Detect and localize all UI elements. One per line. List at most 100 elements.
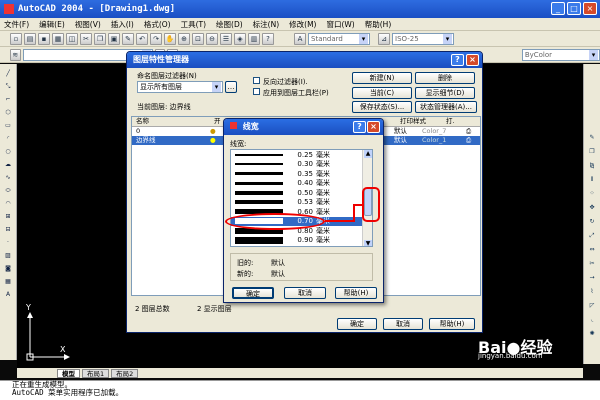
construction-line-icon[interactable]: ⤡ [3, 83, 14, 93]
explode-icon[interactable]: ✺ [587, 330, 598, 340]
delete-layer-button[interactable]: 删除 [415, 72, 475, 84]
lineweight-ok-button[interactable]: 确定 [232, 287, 274, 299]
invert-filter-checkbox[interactable] [253, 77, 260, 84]
move-icon[interactable]: ✥ [587, 204, 598, 214]
menu-help[interactable]: 帮助(H) [365, 19, 392, 30]
pan-icon[interactable]: ✋ [164, 32, 176, 45]
menu-modify[interactable]: 修改(M) [289, 19, 316, 30]
region-icon[interactable]: ◙ [3, 265, 14, 275]
hatch-icon[interactable]: ▨ [3, 252, 14, 262]
tool-palette-icon[interactable]: ▥ [248, 32, 260, 45]
paste-icon[interactable]: ▣ [108, 32, 120, 45]
menu-edit[interactable]: 编辑(E) [39, 19, 65, 30]
lineweight-close-button[interactable]: × [367, 121, 380, 133]
menu-dimension[interactable]: 标注(N) [253, 19, 279, 30]
layer-help-button[interactable]: 帮助(H) [429, 318, 475, 330]
point-icon[interactable]: · [3, 239, 14, 249]
apply-toolbar-checkbox[interactable] [253, 88, 260, 95]
chamfer-icon[interactable]: ◸ [587, 302, 598, 312]
spline-icon[interactable]: ∿ [3, 174, 14, 184]
lineweight-row[interactable]: 0.35 毫米 [231, 169, 372, 179]
extend-icon[interactable]: → [587, 274, 598, 284]
lineweight-row[interactable]: 0.90 毫米 [231, 236, 372, 246]
scroll-down-icon[interactable]: ▼ [364, 240, 372, 246]
tab-layout1[interactable]: 布局1 [82, 368, 110, 378]
filter-browse-button[interactable]: … [225, 81, 237, 93]
mtext-icon[interactable]: A [3, 291, 14, 301]
lineweight-row[interactable]: 0.40 毫米 [231, 179, 372, 189]
layer-ok-button[interactable]: 确定 [337, 318, 377, 330]
fillet-icon[interactable]: ◟ [587, 316, 598, 326]
erase-icon[interactable]: ✎ [587, 134, 598, 144]
copy-object-icon[interactable]: ❐ [587, 148, 598, 158]
copy-icon[interactable]: ❐ [94, 32, 106, 45]
table-icon[interactable]: ▦ [3, 278, 14, 288]
menu-view[interactable]: 视图(V) [75, 19, 101, 30]
preview-icon[interactable]: ◫ [66, 32, 78, 45]
layer-manager-icon[interactable]: ≋ [10, 48, 21, 61]
stretch-icon[interactable]: ⇔ [587, 246, 598, 256]
ellipse-icon[interactable]: ⬭ [3, 187, 14, 197]
lineweight-row[interactable]: 0.25 毫米 [231, 150, 372, 160]
lineweight-help-title-button[interactable]: ? [353, 121, 366, 133]
break-icon[interactable]: ⌇ [587, 288, 598, 298]
col-plot-style[interactable]: 打印样式 [396, 117, 442, 126]
rotate-icon[interactable]: ↻ [587, 218, 598, 228]
design-center-icon[interactable]: ◈ [234, 32, 246, 45]
text-style-select[interactable]: Standard [308, 32, 370, 45]
lineweight-help-button[interactable]: 帮助(H) [335, 287, 377, 299]
lineweight-row[interactable]: 0.30 毫米 [231, 160, 372, 170]
help-icon[interactable]: ? [262, 32, 274, 45]
lineweight-row[interactable]: 0.50 毫米 [231, 188, 372, 198]
lineweight-cancel-button[interactable]: 取消 [284, 287, 326, 299]
color-select[interactable]: ByColor [521, 48, 600, 61]
revcloud-icon[interactable]: ☁ [3, 161, 14, 171]
save-icon[interactable]: ▪ [38, 32, 50, 45]
open-file-icon[interactable]: ▤ [24, 32, 36, 45]
polyline-icon[interactable]: ⌐ [3, 96, 14, 106]
help-title-button[interactable]: ? [451, 54, 464, 66]
menu-draw[interactable]: 绘图(D) [216, 19, 243, 30]
close-button[interactable]: × [583, 2, 597, 15]
lineweight-list[interactable]: 0.25 毫米 0.30 毫米 0.35 毫米 0.40 毫米 0.50 毫米 0.53 毫米 0.60… [230, 149, 373, 247]
command-window[interactable]: 正在重生成模型。 AutoCAD 菜单实用程序已加载。 [0, 380, 600, 400]
menu-file[interactable]: 文件(F) [4, 19, 29, 30]
state-manager-button[interactable]: 状态管理器(A)... [415, 101, 477, 113]
maximize-button[interactable]: □ [567, 2, 581, 15]
undo-icon[interactable]: ↶ [136, 32, 148, 45]
menu-window[interactable]: 窗口(W) [326, 19, 354, 30]
new-layer-button[interactable]: 新建(N) [352, 72, 412, 84]
set-current-button[interactable]: 当前(C) [352, 87, 412, 99]
polygon-icon[interactable]: ⬡ [3, 109, 14, 119]
trim-icon[interactable]: ✂ [587, 260, 598, 270]
line-icon[interactable]: ╱ [3, 70, 14, 80]
show-details-button[interactable]: 显示细节(D) [415, 87, 475, 99]
zoom-prev-icon[interactable]: ⊖ [206, 32, 218, 45]
menu-format[interactable]: 格式(O) [144, 19, 171, 30]
zoom-window-icon[interactable]: ⊡ [192, 32, 204, 45]
scale-icon[interactable]: ⤢ [587, 232, 598, 242]
circle-icon[interactable]: ○ [3, 148, 14, 158]
menu-insert[interactable]: 插入(I) [111, 19, 134, 30]
match-prop-icon[interactable]: ✎ [122, 32, 134, 45]
tab-layout2[interactable]: 布局2 [111, 368, 139, 378]
minimize-button[interactable]: _ [551, 2, 565, 15]
rectangle-icon[interactable]: ▭ [3, 122, 14, 132]
bulb-on-icon[interactable]: ● [210, 127, 218, 136]
properties-icon[interactable]: ☰ [220, 32, 232, 45]
layer-manager-close-button[interactable]: × [466, 54, 479, 66]
redo-icon[interactable]: ↷ [150, 32, 162, 45]
printer-icon[interactable]: ⎙ [466, 136, 471, 145]
col-plot[interactable]: 打. [442, 117, 462, 126]
filter-select[interactable]: 显示所有图层 [137, 81, 223, 93]
print-icon[interactable]: ▦ [52, 32, 64, 45]
bulb-on-icon[interactable]: ● [210, 136, 218, 145]
zoom-icon[interactable]: ⊕ [178, 32, 190, 45]
array-icon[interactable]: ⁘ [587, 190, 598, 200]
insert-block-icon[interactable]: ⊞ [3, 213, 14, 223]
col-name[interactable]: 名称 [132, 117, 210, 126]
save-state-button[interactable]: 保存状态(S)... [352, 101, 412, 113]
layer-cancel-button[interactable]: 取消 [383, 318, 423, 330]
scroll-up-icon[interactable]: ▲ [364, 150, 372, 158]
lineweight-row[interactable]: 0.53 毫米 [231, 198, 372, 208]
